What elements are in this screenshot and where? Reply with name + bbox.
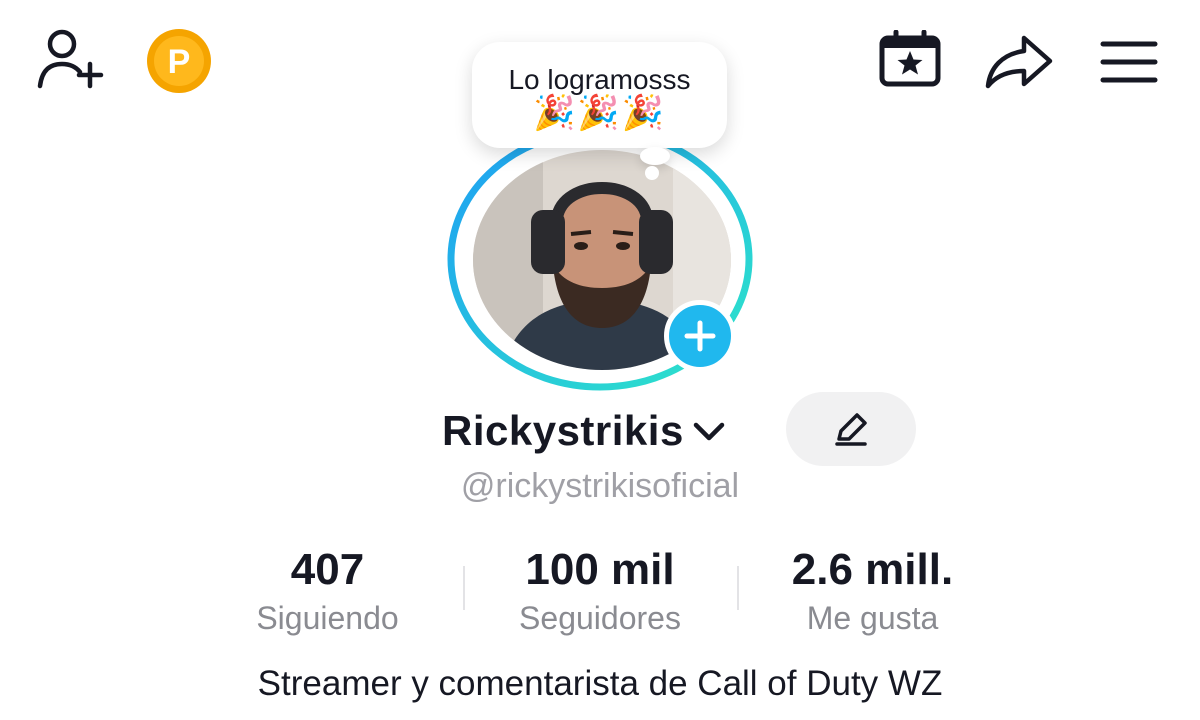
edit-profile-button[interactable]: [786, 392, 916, 466]
stat-label: Siguiendo: [256, 600, 399, 636]
username-row[interactable]: Rickystrikis: [442, 402, 728, 460]
user-handle: @rickystrikisoficial: [460, 467, 740, 505]
stat-divider: [737, 566, 739, 610]
stat-label: Seguidores: [519, 600, 681, 636]
username: Rickystrikis: [442, 407, 684, 454]
stat-value: 2.6 mill.: [791, 545, 954, 594]
menu-icon[interactable]: [1100, 40, 1158, 84]
add-friend-icon[interactable]: [36, 28, 104, 92]
profile-note-emoji: 🎉🎉🎉: [532, 94, 666, 132]
add-story-button[interactable]: [664, 300, 736, 372]
stat-label: Me gusta: [806, 600, 939, 636]
coin-icon[interactable]: P: [146, 28, 212, 94]
profile-note-text: Lo logramosss: [508, 64, 691, 95]
profile-avatar[interactable]: [446, 126, 754, 392]
share-icon[interactable]: [984, 34, 1054, 90]
profile-note-bubble[interactable]: Lo logramosss 🎉🎉🎉: [472, 42, 727, 148]
stat-likes[interactable]: 2.6 mill. Me gusta: [775, 540, 970, 636]
chevron-down-icon: [693, 422, 725, 441]
stat-divider: [463, 566, 465, 610]
profile-bio: Streamer y comentarista de Call of Duty …: [257, 664, 943, 703]
stat-followers[interactable]: 100 mil Seguidores: [500, 540, 700, 636]
plus-icon: [684, 320, 716, 352]
bubble-tail-dot: [645, 166, 659, 180]
calendar-star-icon[interactable]: [878, 30, 942, 88]
pencil-icon: [835, 413, 867, 446]
stat-following[interactable]: 407 Siguiendo: [230, 540, 425, 636]
bubble-tail: [640, 147, 670, 165]
stat-value: 407: [290, 545, 365, 594]
coin-letter: P: [168, 43, 191, 81]
stat-value: 100 mil: [525, 545, 675, 594]
profile-stats: 407 Siguiendo 100 mil Seguidores 2.6 mil…: [230, 540, 970, 640]
